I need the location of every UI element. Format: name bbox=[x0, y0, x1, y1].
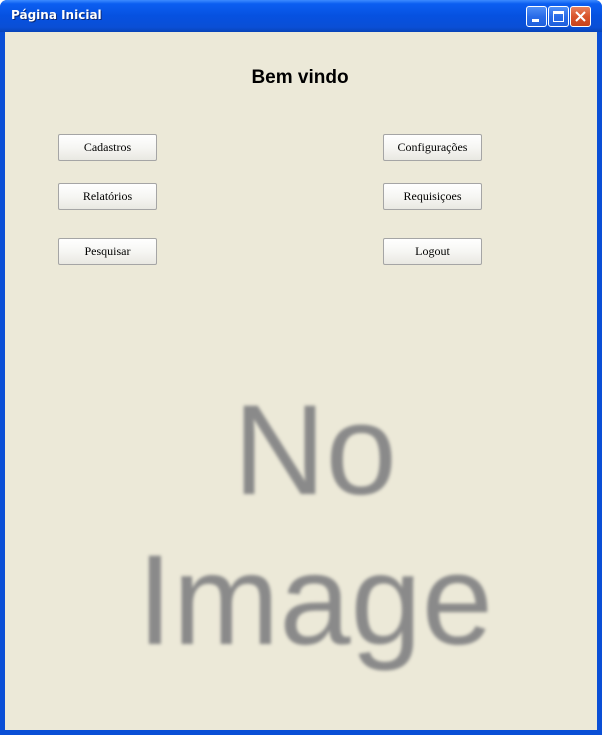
maximize-icon bbox=[553, 11, 564, 22]
welcome-heading: Bem vindo bbox=[251, 67, 349, 88]
window-title: Página Inicial bbox=[11, 8, 102, 22]
pesquisar-button[interactable]: Pesquisar bbox=[58, 238, 157, 265]
title-bar[interactable]: Página Inicial bbox=[0, 0, 602, 32]
relatorios-button[interactable]: Relatórios bbox=[58, 183, 157, 210]
minimize-icon bbox=[532, 19, 539, 22]
placeholder-text-line1: No bbox=[233, 379, 397, 522]
configuracoes-button[interactable]: Configurações bbox=[383, 134, 482, 161]
no-image-placeholder: No Image bbox=[125, 387, 505, 677]
requisicoes-button[interactable]: Requisiçoes bbox=[383, 183, 482, 210]
minimize-button[interactable] bbox=[526, 6, 547, 27]
placeholder-text-line2: Image bbox=[137, 529, 493, 672]
maximize-button[interactable] bbox=[548, 6, 569, 27]
app-window: Página Inicial Bem vindo Cadastros Confi… bbox=[0, 0, 602, 735]
window-content: Bem vindo Cadastros Configurações Relató… bbox=[5, 32, 597, 730]
close-icon bbox=[575, 11, 586, 22]
close-button[interactable] bbox=[570, 6, 591, 27]
logout-button[interactable]: Logout bbox=[383, 238, 482, 265]
cadastros-button[interactable]: Cadastros bbox=[58, 134, 157, 161]
